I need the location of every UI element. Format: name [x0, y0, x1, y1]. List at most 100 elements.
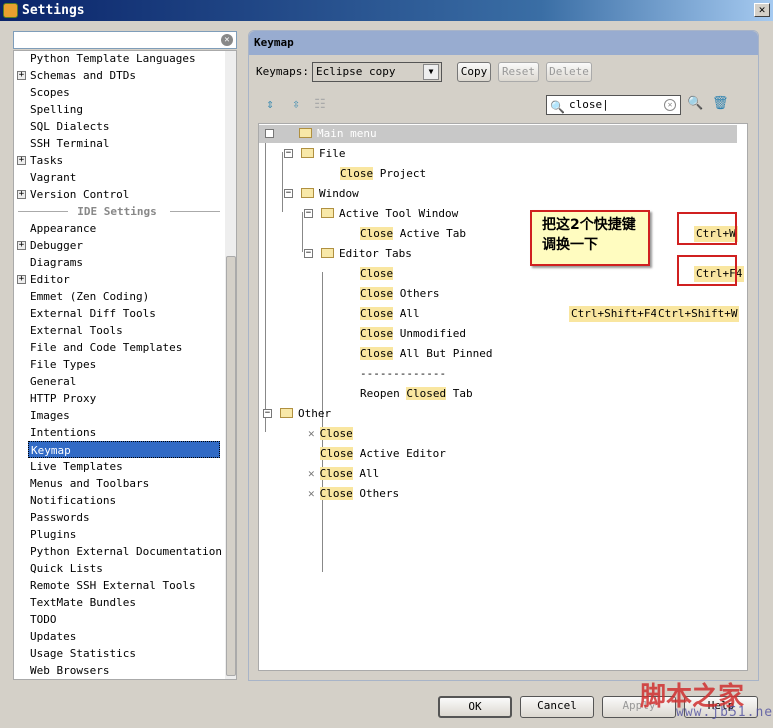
tree-item-text: Close: [360, 227, 394, 240]
keymap-panel: Keymap Keymaps: Eclipse copy ▼ Copy Reset…: [248, 30, 759, 681]
tree-item[interactable]: − Active Tool Window: [304, 205, 458, 223]
tree-item[interactable]: Close: [360, 265, 394, 283]
sidebar-scrollbar-thumb[interactable]: [226, 256, 236, 676]
sidebar-item[interactable]: Plugins: [30, 526, 76, 543]
cancel-button[interactable]: Cancel: [520, 696, 594, 718]
unassigned-x-icon: ✕: [308, 427, 315, 440]
close-button[interactable]: ✕: [754, 3, 770, 17]
sidebar-item[interactable]: Python External Documentation: [30, 543, 222, 560]
sidebar-item[interactable]: Appearance: [30, 220, 96, 237]
tree-item-text: Close: [360, 287, 394, 300]
sidebar-item[interactable]: Python Template Languages: [30, 51, 196, 67]
find-by-shortcut-icon[interactable]: 🔍: [687, 96, 703, 112]
sidebar-item[interactable]: Remote SSH External Tools: [30, 577, 196, 594]
sidebar-item[interactable]: External Diff Tools: [30, 305, 156, 322]
delete-button[interactable]: Delete: [546, 62, 592, 82]
tree-item[interactable]: Close Unmodified: [360, 325, 466, 343]
tree-item[interactable]: − Window: [284, 185, 359, 203]
expand-icon[interactable]: +: [17, 71, 26, 80]
sidebar-item[interactable]: TODO: [30, 611, 57, 628]
tree-item[interactable]: − Other: [263, 405, 331, 423]
sidebar-item-label: General: [30, 375, 77, 388]
sidebar-item[interactable]: Web Browsers: [30, 662, 109, 679]
collapse-icon[interactable]: −: [284, 149, 293, 158]
sidebar-item[interactable]: External Tools: [30, 322, 123, 339]
sidebar-item[interactable]: File and Code Templates: [30, 339, 182, 356]
sidebar-item[interactable]: Vagrant: [30, 169, 76, 186]
sidebar-item[interactable]: Live Templates: [30, 458, 123, 475]
sidebar-item[interactable]: Diagrams: [30, 254, 83, 271]
sidebar-item[interactable]: Keymap: [28, 441, 220, 458]
collapse-icon[interactable]: −: [304, 209, 313, 218]
shortcut-badge[interactable]: Ctrl+Shift+W: [656, 306, 740, 322]
sidebar-item[interactable]: General: [30, 373, 76, 390]
tree-item[interactable]: Close All But Pinned: [360, 345, 492, 363]
sidebar-item-label: Vagrant: [30, 171, 77, 184]
collapse-icon[interactable]: −: [304, 249, 313, 258]
clear-search-icon[interactable]: ✕: [221, 34, 233, 46]
expand-icon[interactable]: +: [17, 190, 26, 199]
sidebar-item[interactable]: File Types: [30, 356, 96, 373]
sidebar-item[interactable]: SQL Dialects: [30, 118, 109, 135]
collapse-icon[interactable]: −: [284, 189, 293, 198]
tree-item[interactable]: Close All: [360, 305, 420, 323]
expand-icon[interactable]: +: [17, 241, 26, 250]
folder-icon: [321, 248, 334, 258]
sidebar-item[interactable]: + Editor: [17, 271, 70, 288]
expand-icon[interactable]: +: [17, 275, 26, 284]
tree-item[interactable]: Close Active Editor: [320, 445, 446, 463]
keymap-select[interactable]: Eclipse copy ▼: [312, 62, 442, 82]
tree-item[interactable]: Close Active Tab: [360, 225, 466, 243]
clear-search-icon[interactable]: ✕: [664, 99, 676, 111]
sidebar-item[interactable]: Intentions: [30, 424, 96, 441]
folder-icon: [280, 408, 293, 418]
keymap-search-input[interactable]: 🔍 close| ✕: [546, 95, 681, 115]
tree-item[interactable]: ✕ Close: [308, 425, 353, 443]
sidebar-item[interactable]: + Debugger: [17, 237, 83, 254]
tree-item[interactable]: Close Others: [360, 285, 439, 303]
sidebar-item[interactable]: Spelling: [30, 101, 83, 118]
sidebar-item[interactable]: + Schemas and DTDs: [17, 67, 136, 84]
edit-shortcut-icon[interactable]: ☷: [312, 97, 328, 113]
folder-icon: [299, 128, 312, 138]
tree-item[interactable]: − Editor Tabs: [304, 245, 412, 263]
ok-button[interactable]: OK: [438, 696, 512, 718]
settings-sidebar: Python Template Languages + Schemas and DT…: [13, 50, 237, 680]
sidebar-item[interactable]: + Version Control: [17, 186, 129, 203]
tree-item[interactable]: ✕ Close Others: [308, 485, 399, 503]
sidebar-item[interactable]: Menus and Toolbars: [30, 475, 149, 492]
expand-icon[interactable]: +: [17, 156, 26, 165]
sidebar-item[interactable]: Passwords: [30, 509, 90, 526]
sidebar-item[interactable]: TextMate Bundles: [30, 594, 136, 611]
collapse-all-icon[interactable]: ⇳: [288, 97, 304, 113]
sidebar-item[interactable]: Updates: [30, 628, 76, 645]
tree-item[interactable]: Reopen Closed Tab: [360, 385, 473, 403]
shortcut-badge[interactable]: Ctrl+Shift+F4: [569, 306, 660, 322]
trash-icon[interactable]: 🗑: [712, 96, 729, 112]
collapse-icon[interactable]: −: [265, 129, 274, 138]
sidebar-item-label: TextMate Bundles: [30, 596, 136, 609]
sidebar-item[interactable]: Scopes: [30, 84, 70, 101]
tree-item-text: Unmodified: [393, 327, 466, 340]
sidebar-item[interactable]: Notifications: [30, 492, 116, 509]
sidebar-item[interactable]: Usage Statistics: [30, 645, 136, 662]
tree-item[interactable]: Close Project: [340, 165, 426, 183]
sidebar-item[interactable]: SSH Terminal: [30, 135, 109, 152]
sidebar-item-label: External Diff Tools: [30, 307, 156, 320]
sidebar-item[interactable]: Emmet (Zen Coding): [30, 288, 149, 305]
tree-item[interactable]: − Main menu: [259, 125, 737, 143]
sidebar-item[interactable]: Images: [30, 407, 70, 424]
settings-search-input[interactable]: ✕: [13, 31, 237, 49]
expand-all-icon[interactable]: ⇕: [262, 97, 278, 113]
tree-item[interactable]: − File: [284, 145, 346, 163]
tree-item[interactable]: -------------: [360, 365, 446, 383]
sidebar-item[interactable]: Quick Lists: [30, 560, 103, 577]
sidebar-item[interactable]: + Tasks: [17, 152, 63, 169]
copy-button[interactable]: Copy: [457, 62, 491, 82]
tree-item-text: All: [393, 307, 420, 320]
collapse-icon[interactable]: −: [263, 409, 272, 418]
chevron-down-icon[interactable]: ▼: [423, 64, 439, 80]
reset-button[interactable]: Reset: [498, 62, 539, 82]
tree-item[interactable]: ✕ Close All: [308, 465, 379, 483]
sidebar-item[interactable]: HTTP Proxy: [30, 390, 96, 407]
